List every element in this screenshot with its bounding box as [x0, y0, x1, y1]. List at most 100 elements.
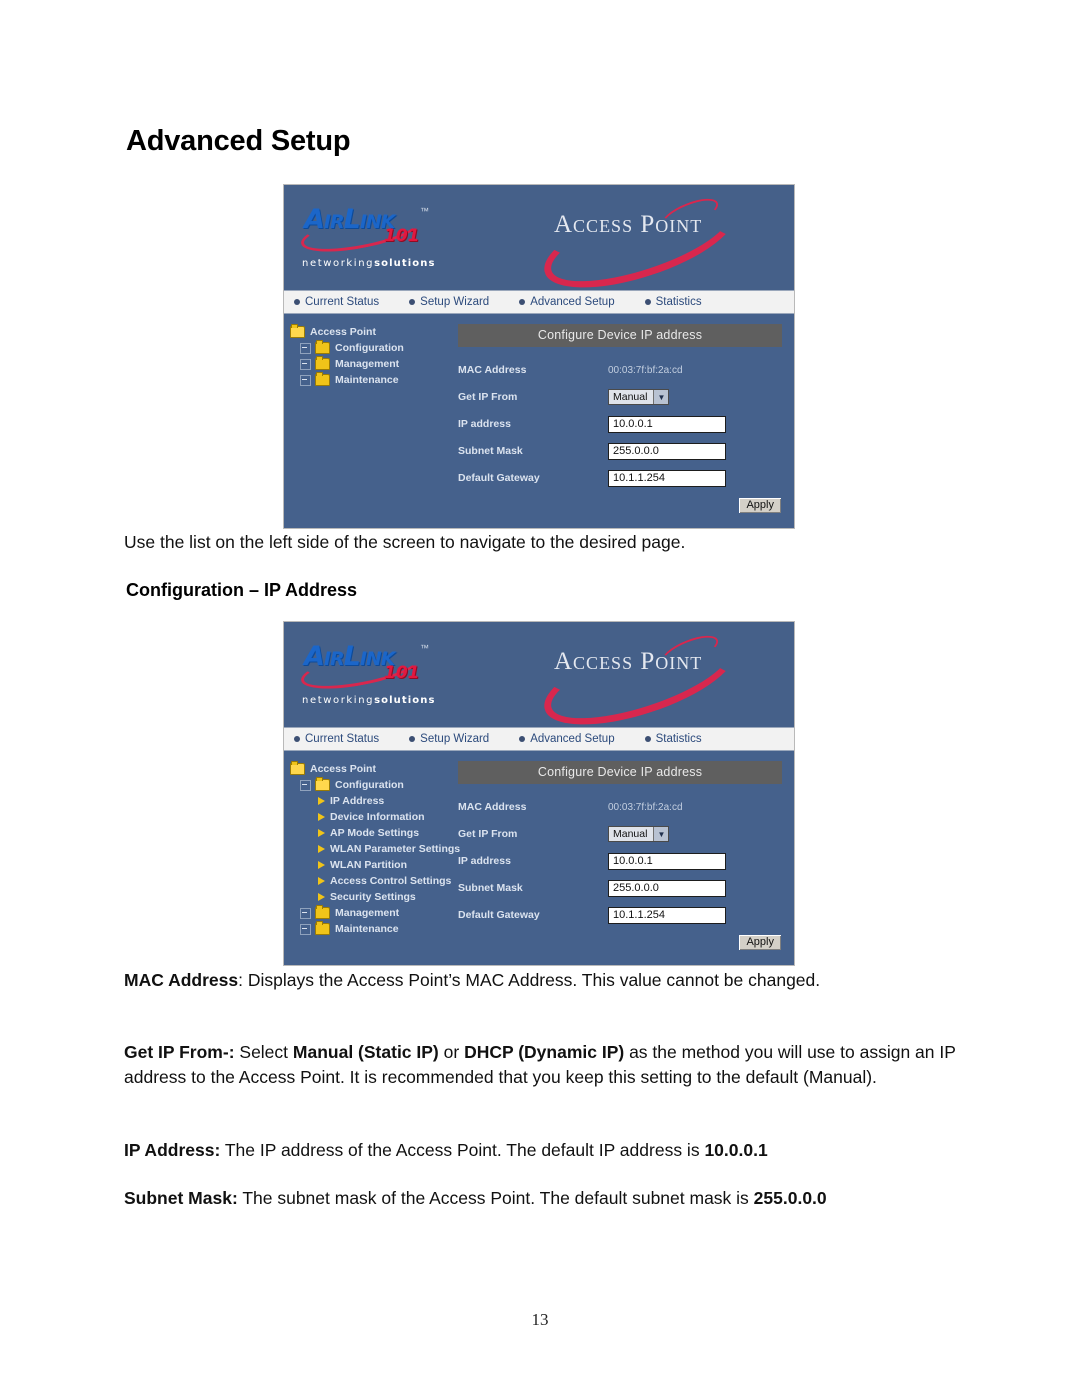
ip-address-label: IP address [458, 418, 511, 430]
paragraph-text: The IP address of the Access Point. The … [220, 1140, 705, 1160]
tree-item-security-settings[interactable]: Security Settings [290, 889, 458, 905]
tree-item-access-point[interactable]: Access Point [290, 761, 458, 777]
default-gateway-label: Default Gateway [458, 472, 540, 484]
mac-address-value: 00:03:7f:bf:2a:cd [608, 364, 683, 376]
logo-badge-101: 101 [384, 663, 420, 683]
tagline-bold: solutions [374, 258, 436, 269]
folder-open-icon [290, 761, 305, 775]
apply-button[interactable]: Apply [738, 497, 782, 514]
get-ip-from-label: Get IP From [458, 391, 518, 403]
tree-item-access-point[interactable]: Access Point [290, 324, 458, 340]
nav-item-setup-wizard[interactable]: Setup Wizard [409, 733, 489, 745]
tree-item-label: Device Information [330, 811, 425, 823]
get-ip-from-row: Get IP From Manual ▼ [458, 825, 782, 843]
nav-item-label: Statistics [655, 733, 702, 745]
page-number: 13 [531, 1310, 549, 1329]
bullet-icon [644, 299, 651, 305]
nav-item-statistics[interactable]: Statistics [644, 296, 702, 308]
apply-row: Apply [458, 497, 782, 514]
bullet-icon [409, 736, 416, 742]
paragraph-term: Subnet Mask: [124, 1188, 238, 1208]
default-gateway-input[interactable]: 10.1.1.254 [608, 469, 726, 487]
nav-item-statistics[interactable]: Statistics [644, 733, 702, 745]
tree-expander-icon[interactable] [300, 374, 311, 386]
get-ip-from-label: Get IP From [458, 828, 518, 840]
subnet-mask-input[interactable]: 255.0.0.0 [608, 442, 726, 460]
flag-icon [318, 813, 325, 821]
tree-item-ap-mode-settings[interactable]: AP Mode Settings [290, 825, 458, 841]
navigation-tree-collapsed: Access Point Configuration Management Maint… [284, 324, 458, 514]
trademark-icon: ™ [420, 643, 429, 653]
tagline-light: networking [302, 695, 375, 706]
tree-expander-icon[interactable] [300, 779, 311, 791]
nav-item-current-status[interactable]: Current Status [294, 296, 379, 308]
tree-item-maintenance[interactable]: Maintenance [290, 921, 458, 937]
get-ip-from-select[interactable]: Manual ▼ [608, 389, 670, 405]
get-ip-from-select[interactable]: Manual ▼ [608, 826, 670, 842]
apply-button[interactable]: Apply [738, 934, 782, 951]
paragraph-term: Get IP From-: [124, 1042, 235, 1062]
tree-item-label: WLAN Parameter Settings [330, 843, 461, 855]
paragraph-text: The subnet mask of the Access Point. The… [237, 1188, 754, 1208]
access-point-label: Access Point [554, 211, 703, 238]
apply-row: Apply [458, 934, 782, 951]
tree-item-label: Access Control Settings [330, 875, 452, 887]
subnet-mask-input[interactable]: 255.0.0.0 [608, 879, 726, 897]
nav-item-label: Statistics [655, 296, 702, 308]
ip-address-input[interactable]: 10.0.0.1 [608, 852, 726, 870]
tree-item-management[interactable]: Management [290, 356, 458, 372]
tree-expander-icon[interactable] [300, 358, 311, 370]
trademark-icon: ™ [420, 206, 429, 216]
access-point-wordmark: Access Point [532, 622, 762, 744]
flag-icon [318, 797, 325, 805]
access-point-label: Access Point [554, 648, 703, 675]
subnet-mask-row: Subnet Mask 255.0.0.0 [458, 879, 782, 897]
default-gateway-input[interactable]: 10.1.1.254 [608, 906, 726, 924]
document-page: Advanced Setup AIRLINK ™ 101 networkings… [0, 0, 1080, 1397]
nav-item-advanced-setup[interactable]: Advanced Setup [519, 296, 615, 308]
main-nav: Current Status Setup Wizard Advanced Setup… [284, 727, 794, 751]
nav-item-setup-wizard[interactable]: Setup Wizard [409, 296, 489, 308]
mac-address-value: 00:03:7f:bf:2a:cd [608, 801, 683, 813]
paragraph-get-ip-from: Get IP From-: Select Manual (Static IP) … [124, 1040, 962, 1090]
folder-icon [315, 372, 330, 386]
form-title: Configure Device IP address [458, 761, 782, 784]
ui-body: Access Point Configuration Management Maint… [284, 314, 794, 528]
paragraph-text: Displays the Access Point’s MAC Address.… [242, 970, 821, 990]
folder-icon [315, 340, 330, 354]
tree-expander-icon[interactable] [300, 342, 311, 354]
flag-icon [318, 829, 325, 837]
paragraph-emphasis: Manual (Static IP) [292, 1042, 439, 1062]
tree-item-maintenance[interactable]: Maintenance [290, 372, 458, 388]
airlink-logo: AIRLINK ™ 101 networkingsolutions [298, 202, 458, 280]
logo-tagline: networkingsolutions [302, 695, 436, 706]
tree-item-label: Configuration [335, 779, 404, 791]
nav-item-current-status[interactable]: Current Status [294, 733, 379, 745]
tree-expander-icon[interactable] [300, 907, 311, 919]
tree-item-label: AP Mode Settings [330, 827, 420, 839]
logo-badge-101: 101 [384, 226, 420, 246]
tree-expander-icon[interactable] [300, 923, 311, 935]
nav-item-advanced-setup[interactable]: Advanced Setup [519, 733, 615, 745]
router-ui-screenshot-expanded: AIRLINK ™ 101 networkingsolutions Access… [283, 621, 795, 966]
ip-config-form: Configure Device IP address MAC Address … [458, 324, 794, 514]
paragraph-text: Select [234, 1042, 293, 1062]
tree-item-configuration[interactable]: Configuration [290, 340, 458, 356]
tree-item-wlan-partition[interactable]: WLAN Partition [290, 857, 458, 873]
flag-icon [318, 861, 325, 869]
nav-item-label: Advanced Setup [530, 733, 615, 745]
ip-address-label: IP address [458, 855, 511, 867]
tree-item-ip-address[interactable]: IP Address [290, 793, 458, 809]
section-subheading: Configuration – IP Address [126, 580, 358, 600]
tree-item-configuration[interactable]: Configuration [290, 777, 458, 793]
ip-address-input[interactable]: 10.0.0.1 [608, 415, 726, 433]
bullet-icon [519, 736, 526, 742]
tree-item-wlan-parameter-settings[interactable]: WLAN Parameter Settings [290, 841, 461, 857]
tree-item-management[interactable]: Management [290, 905, 458, 921]
tree-item-access-control-settings[interactable]: Access Control Settings [290, 873, 458, 889]
tree-item-device-information[interactable]: Device Information [290, 809, 458, 825]
flag-icon [318, 893, 325, 901]
ip-config-form: Configure Device IP address MAC Address … [458, 761, 794, 951]
tree-item-label: WLAN Partition [330, 859, 407, 871]
nav-item-label: Setup Wizard [420, 733, 490, 745]
